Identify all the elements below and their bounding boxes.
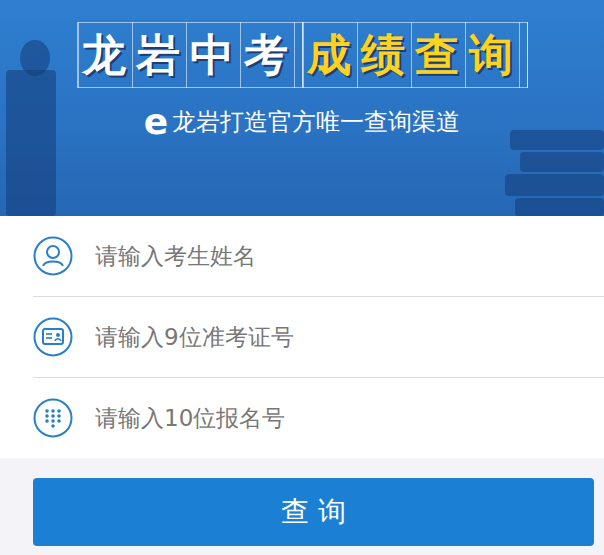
query-button[interactable]: 查 询 (33, 478, 594, 546)
keypad-icon (33, 398, 73, 438)
form-row (33, 378, 604, 458)
title-segment: 成绩查询 (303, 22, 528, 88)
query-form (0, 216, 604, 458)
button-area: 查 询 (0, 458, 604, 555)
field-input[interactable] (95, 318, 604, 356)
book-stack (505, 174, 604, 196)
card-icon (33, 317, 73, 357)
person-icon (33, 236, 73, 276)
field-input[interactable] (95, 237, 604, 275)
form-row (33, 297, 604, 378)
book-stack (515, 198, 604, 216)
banner: 龙岩中考成绩查询 e龙岩打造官方唯一查询渠道 (0, 0, 604, 216)
subtitle-text: 龙岩打造官方唯一查询渠道 (172, 102, 460, 142)
book-stack (510, 130, 604, 150)
field-input[interactable] (95, 399, 604, 437)
page-title: 龙岩中考成绩查询 (77, 22, 528, 88)
student-head (20, 40, 50, 76)
subtitle: e龙岩打造官方唯一查询渠道 (144, 102, 460, 142)
student-figure (6, 70, 56, 216)
book-stack (520, 152, 604, 172)
e-logo: e (144, 102, 168, 142)
form-row (33, 216, 604, 297)
title-segment: 龙岩中考 (77, 22, 303, 88)
